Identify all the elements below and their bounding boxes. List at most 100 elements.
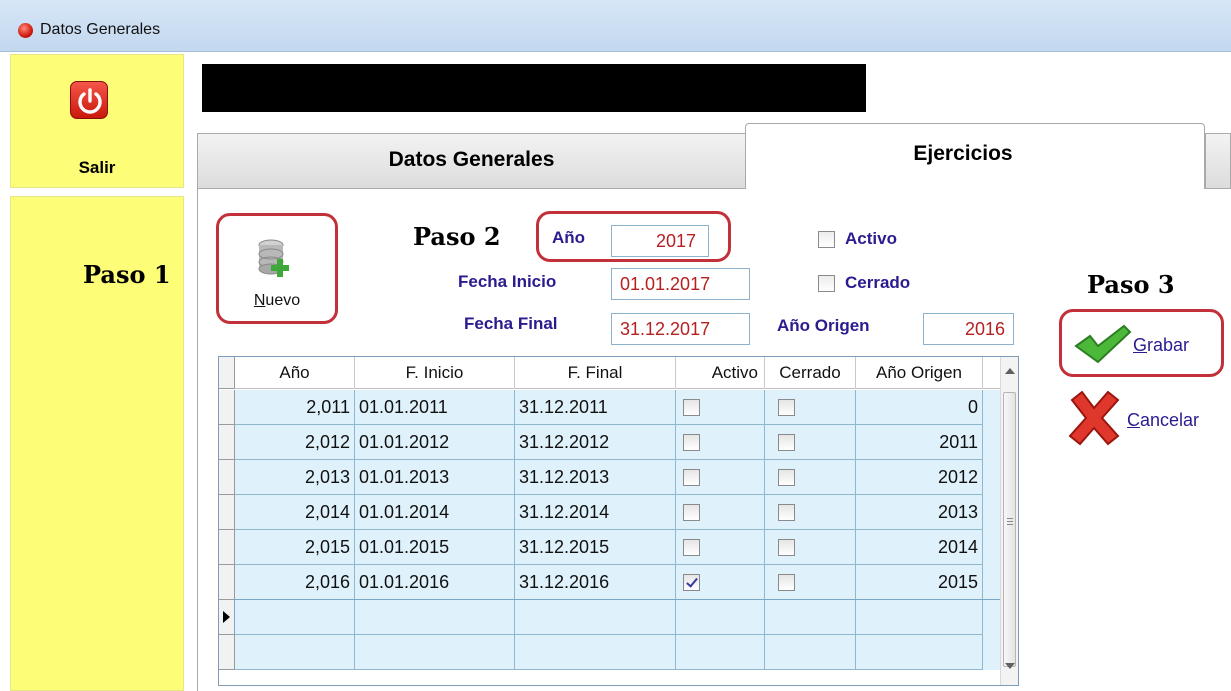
column-header-origin[interactable]: Año Origen	[856, 357, 983, 389]
checkbox-box[interactable]	[778, 469, 795, 486]
cell-closed[interactable]	[765, 390, 856, 425]
cell-end-date: 31.12.2012	[515, 425, 676, 460]
table-row[interactable]: 2,014 01.01.2014 31.12.2014 2013	[235, 495, 1001, 530]
cell-active[interactable]	[676, 425, 765, 460]
checkbox-box[interactable]	[683, 434, 700, 451]
scroll-up-icon[interactable]	[1005, 368, 1015, 374]
table-row[interactable]: 2,016 01.01.2016 31.12.2016 2015	[235, 565, 1001, 600]
redacted-bar	[202, 64, 866, 112]
table-row[interactable]: 2,012 01.01.2012 31.12.2012 2011	[235, 425, 1001, 460]
table-row[interactable]: 2,015 01.01.2015 31.12.2015 2014	[235, 530, 1001, 565]
new-button[interactable]: Nuevo	[216, 213, 338, 324]
tab-label: Datos Generales	[388, 148, 555, 171]
column-header-active[interactable]: Activo	[676, 357, 765, 389]
cell-year: 2,012	[235, 425, 355, 460]
cell-end-date: 31.12.2013	[515, 460, 676, 495]
year-label: Año	[552, 228, 586, 247]
checkbox-box[interactable]	[683, 574, 700, 591]
grid-header: Año F. Inicio F. Final Activo Cerrado Añ…	[219, 357, 1000, 389]
cell-start-date	[355, 635, 515, 670]
column-header-closed[interactable]: Cerrado	[765, 357, 856, 389]
cell-start-date	[355, 600, 515, 635]
window-title: Datos Generales	[40, 21, 161, 38]
cell-start-date: 01.01.2011	[355, 390, 515, 425]
column-header-start[interactable]: F. Inicio	[355, 357, 515, 389]
checkbox-box[interactable]	[778, 504, 795, 521]
closed-label: Cerrado	[845, 273, 911, 292]
origin-year-input[interactable]: 2016	[923, 313, 1014, 345]
cell-origin	[856, 600, 983, 635]
checkbox-box[interactable]	[683, 539, 700, 556]
cell-closed[interactable]	[765, 565, 856, 600]
checkbox-box[interactable]	[683, 399, 700, 416]
year-input[interactable]: 2017	[611, 225, 709, 257]
cell-end-date	[515, 600, 676, 635]
cell-active[interactable]	[676, 600, 765, 635]
scroll-down-icon[interactable]	[1005, 663, 1015, 669]
tab-label: Ejercicios	[913, 142, 1013, 165]
cell-active[interactable]	[676, 635, 765, 670]
cancel-button[interactable]: Cancelar	[1066, 386, 1228, 450]
checkbox-box[interactable]	[818, 231, 835, 248]
exercises-grid[interactable]: Año F. Inicio F. Final Activo Cerrado Añ…	[218, 356, 1019, 686]
checkbox-box[interactable]	[683, 469, 700, 486]
cell-active[interactable]	[676, 495, 765, 530]
scroll-thumb[interactable]	[1003, 392, 1016, 667]
step1-label: Paso 1	[83, 260, 171, 289]
row-selector[interactable]	[219, 495, 235, 530]
cell-start-date: 01.01.2013	[355, 460, 515, 495]
cell-closed[interactable]	[765, 425, 856, 460]
table-row[interactable]: 2,013 01.01.2013 31.12.2013 2012	[235, 460, 1001, 495]
cell-closed[interactable]	[765, 530, 856, 565]
cell-active[interactable]	[676, 460, 765, 495]
table-row-empty[interactable]	[235, 635, 1001, 670]
exit-label: Salir	[78, 158, 116, 177]
checkbox-box[interactable]	[778, 574, 795, 591]
cell-start-date: 01.01.2016	[355, 565, 515, 600]
step2-label: Paso 2	[413, 222, 501, 251]
cell-active[interactable]	[676, 530, 765, 565]
column-header-year[interactable]: Año	[235, 357, 355, 389]
row-selector[interactable]	[219, 390, 235, 425]
checkbox-box[interactable]	[683, 504, 700, 521]
row-selector[interactable]	[219, 530, 235, 565]
grid-scrollbar[interactable]	[1000, 357, 1018, 685]
tab-ejercicios[interactable]: Ejercicios	[745, 123, 1205, 189]
cell-start-date: 01.01.2014	[355, 495, 515, 530]
cell-origin: 2014	[856, 530, 983, 565]
exit-button[interactable]: Salir	[10, 54, 184, 188]
divider	[197, 188, 745, 189]
checkbox-box[interactable]	[778, 399, 795, 416]
row-selector[interactable]	[219, 635, 235, 670]
divider	[197, 188, 198, 691]
cell-year	[235, 600, 355, 635]
cell-closed[interactable]	[765, 495, 856, 530]
table-row[interactable]: 2,011 01.01.2011 31.12.2011 0	[235, 390, 1001, 425]
checkbox-box[interactable]	[818, 275, 835, 292]
app-icon	[18, 23, 33, 38]
column-header-end[interactable]: F. Final	[515, 357, 676, 389]
cell-closed[interactable]	[765, 460, 856, 495]
checkbox-box[interactable]	[778, 434, 795, 451]
table-row-empty[interactable]	[234, 599, 1002, 636]
row-selector[interactable]	[219, 565, 235, 600]
end-date-label: Fecha Final	[464, 314, 558, 333]
tab-more[interactable]	[1205, 133, 1231, 188]
save-button[interactable]: Grabar	[1059, 309, 1224, 377]
row-selector[interactable]	[219, 425, 235, 460]
tab-datos-generales[interactable]: Datos Generales	[197, 133, 746, 188]
row-selector[interactable]	[219, 460, 235, 495]
cell-closed[interactable]	[765, 635, 856, 670]
cell-active[interactable]	[676, 390, 765, 425]
cell-origin: 2011	[856, 425, 983, 460]
cell-origin: 0	[856, 390, 983, 425]
end-date-input[interactable]: 31.12.2017	[611, 313, 750, 345]
cell-active[interactable]	[676, 565, 765, 600]
cell-closed[interactable]	[765, 600, 856, 635]
checkbox-box[interactable]	[778, 539, 795, 556]
row-selector[interactable]	[219, 600, 235, 635]
cell-year: 2,015	[235, 530, 355, 565]
start-date-input[interactable]: 01.01.2017	[611, 268, 750, 300]
cell-end-date: 31.12.2011	[515, 390, 676, 425]
cell-start-date: 01.01.2012	[355, 425, 515, 460]
